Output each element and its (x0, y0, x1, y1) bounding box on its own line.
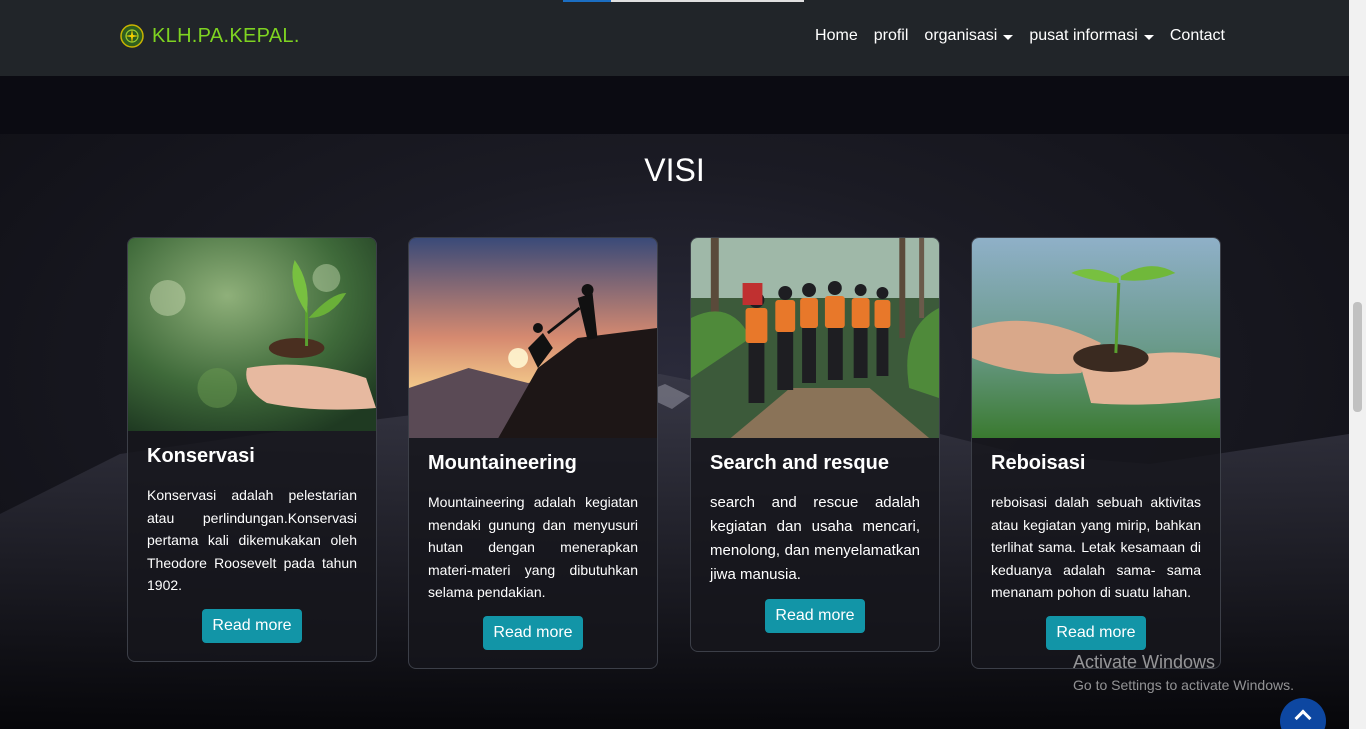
watermark-subtitle: Go to Settings to activate Windows. (1073, 677, 1294, 693)
page-scrollbar[interactable] (1349, 0, 1366, 729)
scrollbar-thumb[interactable] (1353, 302, 1362, 412)
brand[interactable]: KLH.PA.KEPAL. (120, 24, 300, 48)
visi-section: VISI Konservasi Konservasi adalah pelest… (0, 134, 1349, 729)
card-image-reboisasi (972, 238, 1220, 438)
nav-home-label: Home (815, 27, 858, 44)
card-title: Reboisasi (991, 452, 1086, 474)
read-more-button[interactable]: Read more (765, 599, 865, 633)
card-body: Mountaineering Mountaineering adalah keg… (409, 438, 657, 668)
card-body: Reboisasi reboisasi dalah sebuah aktivit… (972, 438, 1220, 668)
card-text: Konservasi adalah pelestarian atau perli… (147, 487, 357, 593)
read-more-button[interactable]: Read more (483, 615, 583, 650)
nav-home[interactable]: Home (815, 27, 858, 45)
brand-name: KLH.PA.KEPAL. (152, 24, 300, 47)
card-konservasi: Konservasi Konservasi adalah pelestarian… (127, 237, 377, 662)
chevron-up-icon (1294, 709, 1312, 727)
read-more-button[interactable]: Read more (1046, 615, 1146, 650)
brand-logo-icon (120, 24, 144, 48)
card-title: Konservasi (147, 445, 255, 467)
nav-organisasi-dropdown[interactable]: organisasi (924, 27, 1014, 45)
card-title: Search and resque (710, 452, 889, 474)
card-search-and-resque: Search and resque search and rescue adal… (690, 237, 940, 652)
section-title: VISI (644, 152, 705, 188)
nav-pusat-informasi-label: pusat informasi (1029, 27, 1138, 44)
page-load-progress (563, 0, 804, 2)
nav-profil-label: profil (873, 27, 909, 44)
activate-windows-watermark: Activate Windows Go to Settings to activ… (1073, 652, 1294, 693)
card-title: Mountaineering (428, 452, 577, 474)
nav-organisasi-label: organisasi (924, 27, 998, 44)
nav-profil[interactable]: profil (874, 27, 909, 45)
card-image-mountaineering (409, 238, 657, 438)
card-image-search-and-resque (691, 238, 939, 438)
nav-contact-label: Contact (1169, 27, 1225, 44)
card-body: Search and resque search and rescue adal… (691, 438, 939, 651)
caret-down-icon (1143, 34, 1154, 40)
card-reboisasi: Reboisasi reboisasi dalah sebuah aktivit… (971, 237, 1221, 669)
navbar: KLH.PA.KEPAL. Home profil organisasi pus… (0, 0, 1349, 76)
card-text: Mountaineering adalah kegiatan mendaki g… (428, 494, 638, 600)
nav-links: Home profil organisasi pusat informasi C… (815, 27, 1225, 45)
card-text: reboisasi dalah sebuah aktivitas atau ke… (991, 494, 1201, 600)
watermark-title: Activate Windows (1073, 652, 1216, 672)
read-more-button[interactable]: Read more (202, 608, 302, 643)
nav-contact[interactable]: Contact (1170, 27, 1225, 45)
caret-down-icon (1003, 34, 1014, 40)
card-mountaineering: Mountaineering Mountaineering adalah keg… (408, 237, 658, 669)
nav-pusat-informasi-dropdown[interactable]: pusat informasi (1029, 27, 1154, 45)
header-spacer (0, 76, 1349, 134)
card-body: Konservasi Konservasi adalah pelestarian… (128, 431, 376, 661)
card-text: search and rescue adalah kegiatan dan us… (710, 494, 920, 583)
card-image-konservasi (128, 238, 376, 431)
